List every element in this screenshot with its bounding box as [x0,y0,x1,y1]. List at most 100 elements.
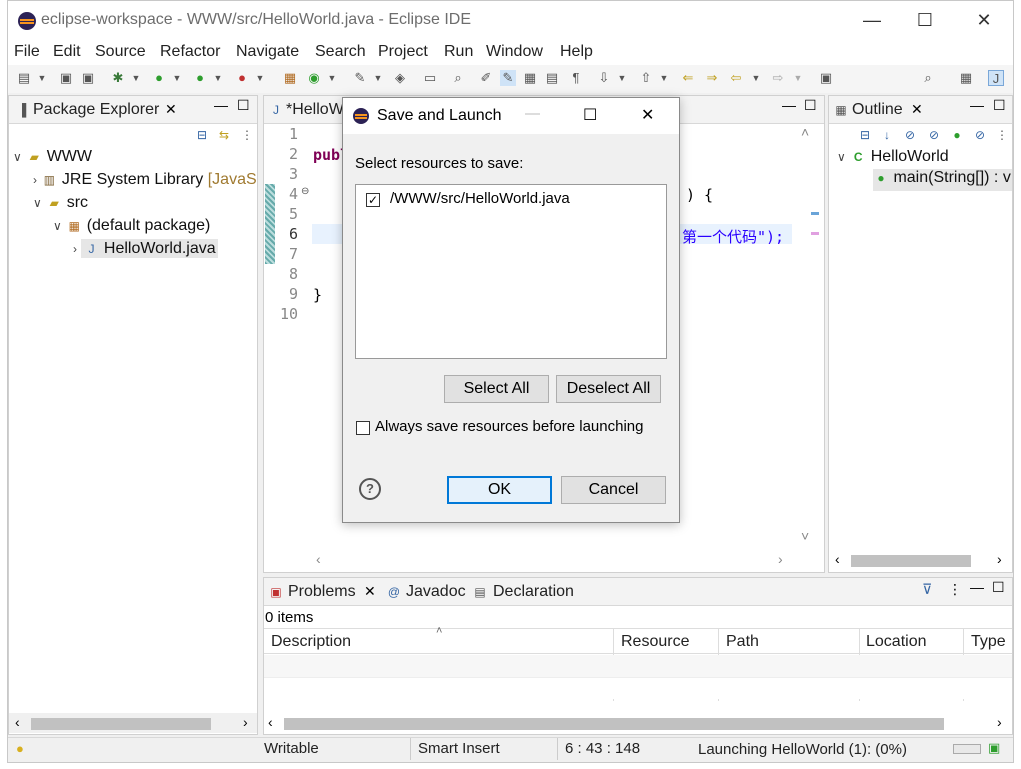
link-with-editor-icon[interactable]: ⇆ [216,127,232,143]
maximize-button[interactable]: ☐ [914,9,936,31]
minimize-view-icon[interactable]: — [970,97,984,113]
chevron-down-icon[interactable]: ∨ [53,219,62,233]
new-package-icon[interactable]: ▦ [282,70,298,86]
chevron-right-icon[interactable]: › [33,173,37,187]
toggle-mark-icon[interactable]: ✐ [478,70,494,86]
open-type-icon[interactable]: ✎ [352,70,368,86]
resource-checkbox[interactable]: ✓ [366,193,380,207]
show-whitespace-icon[interactable]: ▤ [544,70,560,86]
scroll-down-icon[interactable]: ˅ [801,528,809,544]
menu-refactor[interactable]: Refactor [160,43,220,61]
maximize-view-icon[interactable]: ☐ [993,97,1006,114]
dropdown-icon[interactable]: ▼ [252,70,268,86]
dropdown-icon[interactable]: ▼ [324,70,340,86]
close-icon[interactable]: ✕ [364,583,376,600]
scroll-left-icon[interactable]: ‹ [835,551,840,567]
tree-item-jre[interactable]: › ▥ JRE System Library [JavaS [33,171,257,189]
code-line-6[interactable]: 第一个代码"); [682,226,784,247]
col-type[interactable]: Type [971,633,1006,651]
pin-editor-icon[interactable]: ▣ [818,70,834,86]
menu-file[interactable]: File [14,43,40,61]
chevron-down-icon[interactable]: ∨ [13,150,22,164]
help-icon[interactable]: ? [359,478,381,500]
hide-nonpublic-icon[interactable]: ● [949,127,965,143]
outline-class[interactable]: ∨ C HelloWorld [837,148,949,166]
menu-window[interactable]: Window [486,43,543,61]
dialog-maximize-button[interactable]: ☐ [583,105,597,125]
tree-item-file[interactable]: › J HelloWorld.java [73,239,218,258]
maximize-view-icon[interactable]: ☐ [804,97,817,114]
sort-icon[interactable]: ↓ [879,127,895,143]
code-line-9[interactable]: } [313,286,322,304]
run-icon[interactable]: ● [151,70,167,86]
maximize-view-icon[interactable]: ☐ [992,579,1005,596]
tree-item-project[interactable]: ∨ ▰ WWW [13,148,92,166]
last-edit-icon[interactable]: ⇐ [680,70,696,86]
minimize-view-icon[interactable]: — [970,579,984,595]
hide-local-types-icon[interactable]: ⊘ [972,127,988,143]
scroll-up-icon[interactable]: ˄ [801,124,809,140]
dropdown-icon[interactable]: ▼ [370,70,386,86]
highlight-icon[interactable]: ✎ [500,70,516,86]
tab-javadoc[interactable]: Javadoc [406,583,466,601]
code-line-4[interactable]: ) { [686,186,713,204]
menu-navigate[interactable]: Navigate [236,43,299,61]
java-perspective-icon[interactable]: J [988,70,1004,86]
scroll-left-icon[interactable]: ‹ [15,714,20,730]
dropdown-icon[interactable]: ▼ [169,70,185,86]
outline-method[interactable]: ● main(String[]) : v [873,169,1012,191]
debug-icon[interactable]: ✱ [110,70,126,86]
dropdown-icon[interactable]: ▼ [656,70,672,86]
minimize-view-icon[interactable]: — [782,97,796,113]
hide-fields-icon[interactable]: ⊘ [902,127,918,143]
chevron-right-icon[interactable]: › [73,242,77,256]
new-class-icon[interactable]: ◉ [306,70,322,86]
save-icon[interactable]: ▣ [58,70,74,86]
cancel-button[interactable]: Cancel [561,476,666,504]
dropdown-icon[interactable]: ▼ [790,70,806,86]
scroll-right-icon[interactable]: › [243,714,248,730]
progress-view-icon[interactable]: ▣ [988,740,1000,756]
select-all-button[interactable]: Select All [444,375,549,403]
horizontal-scrollbar[interactable]: ‹ › [264,714,1012,734]
tab-package-explorer[interactable]: Package Explorer [33,101,159,119]
scroll-thumb[interactable] [851,555,971,567]
console-icon[interactable]: ▭ [422,70,438,86]
deselect-all-button[interactable]: Deselect All [556,375,661,403]
next-annotation-icon[interactable]: ⇩ [596,70,612,86]
paragraph-icon[interactable]: ¶ [568,70,584,86]
scroll-thumb[interactable] [31,718,211,730]
col-path[interactable]: Path [726,633,759,651]
close-icon[interactable]: ✕ [911,101,923,118]
open-task-icon[interactable]: ◈ [392,70,408,86]
view-menu-icon[interactable]: ⋮ [948,581,962,598]
menu-edit[interactable]: Edit [53,43,81,61]
col-description[interactable]: Description [271,633,351,651]
close-button[interactable]: ✕ [973,9,995,31]
tab-declaration[interactable]: Declaration [493,583,574,601]
menu-help[interactable]: Help [560,43,593,61]
block-select-icon[interactable]: ▦ [522,70,538,86]
filter-icon[interactable]: ⊽ [922,581,932,598]
close-icon[interactable]: ✕ [165,101,177,118]
scroll-right-icon[interactable]: › [778,551,783,567]
scroll-right-icon[interactable]: › [997,714,1002,730]
menu-search[interactable]: Search [315,43,366,61]
col-resource[interactable]: Resource [621,633,689,651]
tab-problems[interactable]: Problems [288,583,356,601]
tab-outline[interactable]: Outline [852,101,903,119]
horizontal-scrollbar[interactable]: ‹ › [312,551,792,571]
external-tools-icon[interactable]: ● [234,70,250,86]
scroll-thumb[interactable] [284,718,944,730]
tab-editor[interactable]: *HelloW [286,101,344,119]
ok-button[interactable]: OK [447,476,552,504]
dropdown-icon[interactable]: ▼ [34,70,50,86]
new-icon[interactable]: ▤ [16,70,32,86]
maximize-view-icon[interactable]: ☐ [237,97,250,114]
fold-icon[interactable]: ⊖ [301,186,309,197]
dropdown-icon[interactable]: ▼ [614,70,630,86]
menu-run[interactable]: Run [444,43,473,61]
col-location[interactable]: Location [866,633,927,651]
tree-item-package[interactable]: ∨ ▦ (default package) [53,217,210,235]
coverage-icon[interactable]: ● [192,70,208,86]
